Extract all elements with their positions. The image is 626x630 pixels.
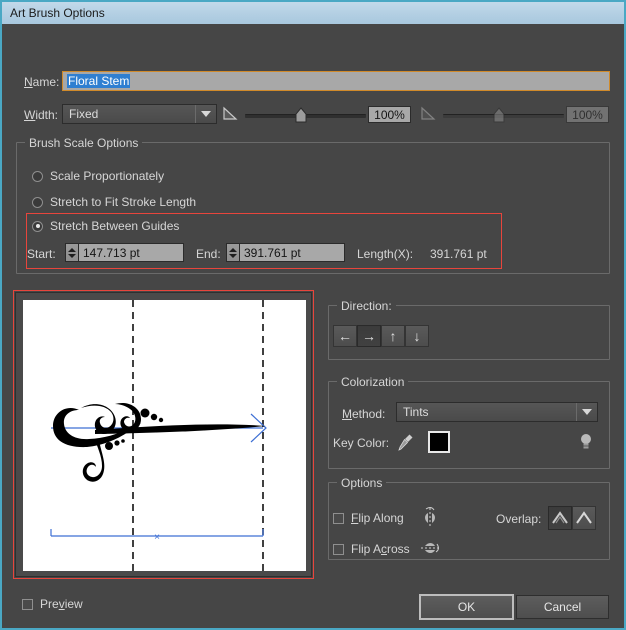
brush-name-value: Floral Stem	[67, 74, 131, 88]
measure-marker: ×	[154, 532, 160, 543]
stroke-taper-icon-2	[421, 106, 436, 120]
start-label: Start:	[27, 247, 56, 261]
lightbulb-icon[interactable]	[578, 431, 594, 453]
eyedropper-icon[interactable]	[397, 432, 415, 452]
chevron-down-icon	[195, 105, 216, 123]
width-value-1: 100%	[374, 107, 405, 122]
name-label: Name:	[24, 75, 60, 89]
preview-panel: ×	[15, 292, 312, 577]
flip-along-label: Flip Along	[351, 511, 404, 525]
direction-up-button[interactable]: ↑	[381, 325, 405, 347]
start-stepper[interactable]	[65, 243, 78, 262]
radio-stretch-to-fit-stroke-length[interactable]: Stretch to Fit Stroke Length	[32, 195, 196, 209]
radio-icon	[32, 196, 43, 208]
width-type-value: Fixed	[69, 107, 99, 121]
radio-stretch-between-guides[interactable]: Stretch Between Guides	[32, 219, 179, 233]
radio-scale-proportionately[interactable]: Scale Proportionately	[32, 169, 164, 183]
end-stepper[interactable]	[226, 243, 239, 262]
radio-icon	[32, 170, 43, 182]
direction-title: Direction:	[337, 299, 396, 313]
radio-icon-selected	[32, 220, 43, 232]
chevron-no-overlap-icon	[552, 511, 568, 524]
checkbox-icon	[333, 512, 344, 524]
width-value-1-input[interactable]: 100%	[368, 106, 411, 123]
length-value: 391.761 pt	[430, 247, 487, 261]
window-title: Art Brush Options	[10, 6, 105, 20]
width-label: Width:	[24, 108, 59, 122]
overlap-allow-button[interactable]	[572, 506, 596, 530]
dialog-body: Name: Floral Stem Width: Fixed 100% 100%…	[2, 24, 624, 628]
width-value-2: 100%	[572, 107, 603, 122]
chevron-down-icon	[576, 403, 597, 421]
options-title: Options	[337, 476, 387, 490]
overlap-prevent-button[interactable]	[548, 506, 572, 530]
direction-right-button[interactable]: →	[357, 325, 381, 347]
ok-label: OK	[457, 600, 476, 614]
colorization-method-value: Tints	[403, 405, 429, 419]
colorization-title: Colorization	[337, 375, 409, 389]
checkbox-icon	[22, 598, 33, 610]
flip-across-icon	[421, 543, 439, 553]
width-value-2-input[interactable]: 100%	[566, 106, 609, 123]
end-input[interactable]: 391.761 pt	[239, 243, 345, 262]
start-value: 147.713 pt	[83, 245, 140, 260]
flip-across-checkbox[interactable]: Flip Across	[333, 542, 410, 556]
art-brush-options-dialog: Art Brush Options Name: Floral Stem Widt…	[0, 0, 626, 630]
end-label: End:	[196, 247, 221, 261]
colorization-group: Colorization	[328, 375, 610, 469]
preview-label: Preview	[40, 597, 83, 611]
flip-across-label: Flip Across	[351, 542, 410, 556]
radio-label: Scale Proportionately	[50, 169, 165, 183]
start-field-wrap: 147.713 pt	[65, 243, 184, 262]
brush-name-input[interactable]: Floral Stem	[62, 71, 610, 91]
width-slider-2-handle[interactable]	[491, 106, 507, 124]
cancel-label: Cancel	[543, 600, 582, 614]
ok-button[interactable]: OK	[419, 594, 514, 620]
end-field-wrap: 391.761 pt	[226, 243, 345, 262]
overlap-label: Overlap:	[496, 512, 542, 526]
colorization-method-select[interactable]: Tints	[396, 402, 598, 422]
direction-buttons: ← → ↑ ↓	[333, 325, 429, 347]
cancel-button[interactable]: Cancel	[516, 595, 609, 619]
width-slider-1-handle[interactable]	[293, 106, 309, 124]
width-type-select[interactable]: Fixed	[62, 104, 217, 124]
brush-artwork-preview[interactable]: ×	[23, 300, 306, 571]
key-color-swatch[interactable]	[428, 431, 450, 453]
key-color-label: Key Color:	[333, 436, 390, 450]
stroke-taper-icon	[223, 106, 238, 120]
radio-label: Stretch Between Guides	[50, 219, 180, 233]
overlap-buttons	[548, 506, 596, 530]
title-bar[interactable]: Art Brush Options	[2, 2, 624, 25]
direction-down-button[interactable]: ↓	[405, 325, 429, 347]
start-input[interactable]: 147.713 pt	[78, 243, 184, 262]
method-label: Method:	[342, 407, 386, 421]
flip-along-icon	[425, 507, 435, 526]
preview-checkbox[interactable]: Preview	[22, 597, 83, 611]
direction-left-button[interactable]: ←	[333, 325, 357, 347]
chevron-overlap-icon	[576, 511, 592, 524]
flip-along-checkbox[interactable]: Flip Along	[333, 511, 404, 525]
checkbox-icon	[333, 543, 344, 555]
radio-label: Stretch to Fit Stroke Length	[50, 195, 197, 209]
end-value: 391.761 pt	[244, 245, 301, 260]
length-label: Length(X):	[357, 247, 414, 261]
brush-scale-options-title: Brush Scale Options	[25, 136, 143, 150]
